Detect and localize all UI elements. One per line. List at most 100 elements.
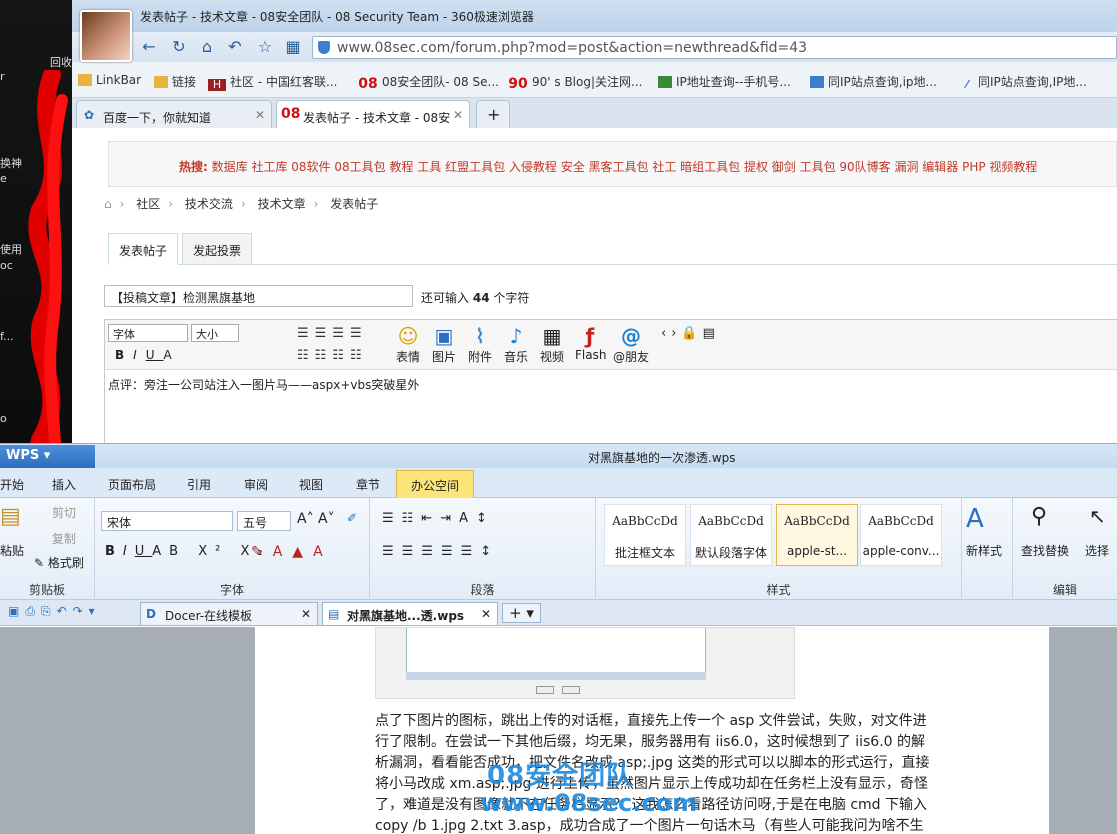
desktop-label[interactable]: r bbox=[0, 70, 5, 83]
clear-format-icon[interactable]: ✐ bbox=[347, 511, 357, 525]
font-size-select[interactable]: 五号 bbox=[237, 511, 291, 531]
bookmark-linkbar[interactable]: LinkBar bbox=[78, 73, 141, 87]
url-text[interactable]: www.08sec.com/forum.php?mod=post&action=… bbox=[337, 40, 807, 56]
08-icon: 08 bbox=[358, 76, 378, 92]
star-icon[interactable]: ☆ bbox=[254, 36, 276, 58]
size-select[interactable]: 大小 bbox=[191, 324, 239, 342]
font-family-select[interactable]: 宋体 bbox=[101, 511, 233, 531]
music-button[interactable]: ♪ 音乐 bbox=[501, 324, 531, 365]
hot-search-bar: 热搜: 数据库 社工库 08软件 08工具包 教程 工具 红盟工具包 入侵教程 … bbox=[108, 141, 1117, 187]
wps-ribbon: ▤ 粘贴 剪切 复制 ✎ 格式刷 剪贴板 宋体 五号 A˄ A˅ ✐ BIUAB… bbox=[0, 498, 1117, 600]
crumb-community[interactable]: 社区 bbox=[136, 197, 160, 211]
editor-text[interactable]: 点评：旁注一公司站注入一图片马——aspx+vbs突破星外 bbox=[108, 376, 419, 393]
close-icon[interactable]: ✕ bbox=[481, 607, 491, 621]
menu-layout[interactable]: 页面布局 bbox=[108, 476, 156, 493]
nav-bar: ← ↻ ⌂ ↶ ☆ ▦ www.08sec.com/forum.php?mod=… bbox=[72, 32, 1117, 62]
code-buttons[interactable]: ‹›🔒▤ bbox=[661, 326, 720, 341]
close-icon[interactable]: ✕ bbox=[453, 108, 463, 122]
style-apple-st[interactable]: AaBbCcDd apple-st... bbox=[776, 504, 858, 566]
doc-tab-docer[interactable]: D Docer-在线模板 ✕ bbox=[140, 602, 318, 626]
hot-search-text[interactable]: 热搜: 数据库 社工库 08软件 08工具包 教程 工具 红盟工具包 入侵教程 … bbox=[179, 158, 1037, 175]
bookmark-08sec[interactable]: 08 08安全团队- 08 Se... bbox=[358, 73, 499, 92]
group-label: 剪贴板 bbox=[28, 583, 65, 597]
menu-chapter[interactable]: 章节 bbox=[356, 476, 380, 493]
close-icon[interactable]: ✕ bbox=[255, 108, 265, 122]
address-bar[interactable]: www.08sec.com/forum.php?mod=post&action=… bbox=[312, 36, 1117, 59]
cut-button[interactable]: 剪切 bbox=[52, 504, 76, 521]
desktop-label[interactable]: o bbox=[0, 412, 7, 425]
desktop-label[interactable]: e bbox=[0, 172, 7, 185]
paste-icon[interactable]: ▤ bbox=[0, 504, 21, 529]
font-color-buttons[interactable]: ✎A▲A bbox=[251, 544, 333, 560]
embedded-screenshot bbox=[375, 627, 795, 699]
reload-icon[interactable]: ↻ bbox=[168, 36, 190, 58]
desktop-label[interactable]: 回收 bbox=[50, 54, 72, 70]
format-painter-button[interactable]: ✎ 格式刷 bbox=[34, 554, 84, 571]
flash-button[interactable]: ƒ Flash bbox=[575, 324, 606, 362]
menu-view[interactable]: 视图 bbox=[299, 476, 323, 493]
select-button[interactable]: 选择 bbox=[1085, 542, 1109, 559]
binoculars-icon[interactable]: ⚲ bbox=[1031, 504, 1047, 529]
hot-items[interactable]: 数据库 社工库 08软件 08工具包 教程 工具 红盟工具包 入侵教程 安全 黑… bbox=[212, 160, 1038, 174]
attach-button[interactable]: ⌇ 附件 bbox=[465, 324, 495, 365]
apps-icon[interactable]: ▦ bbox=[282, 36, 304, 58]
align-buttons[interactable]: ☰☰☰☰ bbox=[297, 326, 368, 341]
undo-icon[interactable]: ↶ bbox=[224, 36, 246, 58]
video-button[interactable]: ▦ 视频 bbox=[537, 324, 567, 365]
style-apple-conv[interactable]: AaBbCcDd apple-conv... bbox=[860, 504, 942, 566]
bookmark-links[interactable]: 链接 bbox=[154, 73, 196, 90]
crumb-articles[interactable]: 技术文章 bbox=[258, 197, 306, 211]
tab-label: 发表帖子 - 技术文章 - 08安 bbox=[303, 111, 451, 125]
new-style-button[interactable]: 新样式 bbox=[966, 542, 1002, 559]
desktop-label[interactable]: 使用 bbox=[0, 241, 22, 257]
menu-reference[interactable]: 引用 bbox=[187, 476, 211, 493]
desktop-label[interactable]: oc bbox=[0, 259, 13, 272]
group-styles: AaBbCcDd 批注框文本 AaBbCcDd 默认段落字体 AaBbCcDd app… bbox=[596, 498, 962, 600]
tab-post[interactable]: 08 发表帖子 - 技术文章 - 08安 ✕ bbox=[276, 100, 470, 128]
new-style-icon[interactable]: A bbox=[966, 504, 984, 534]
cursor-icon[interactable]: ↖ bbox=[1089, 504, 1106, 528]
list-indent-buttons[interactable]: ☰☷⇤⇥A↕ bbox=[382, 511, 495, 526]
style-default-paragraph[interactable]: AaBbCcDd 默认段落字体 bbox=[690, 504, 772, 566]
tab-baidu[interactable]: ✿ 百度一下，你就知道 ✕ bbox=[76, 100, 272, 128]
bookmark-huc[interactable]: H 社区 - 中国红客联... bbox=[208, 73, 337, 91]
home-icon[interactable]: ⌂ bbox=[104, 197, 112, 211]
subject-input[interactable]: 【投稿文章】检测黑旗基地 bbox=[104, 285, 413, 307]
paw-icon: ✿ bbox=[84, 108, 95, 122]
tab-new-poll[interactable]: 发起投票 bbox=[182, 233, 253, 265]
alignment-buttons[interactable]: ☰☰☰☰☰↕ bbox=[382, 544, 499, 559]
home-icon[interactable]: ⌂ bbox=[196, 36, 218, 58]
copy-button[interactable]: 复制 bbox=[52, 530, 76, 547]
bookmark-same-ip-1[interactable]: 同IP站点查询,ip地... bbox=[810, 73, 937, 90]
doc-tab-current[interactable]: ▤ 对黑旗基地...透.wps ✕ bbox=[322, 602, 498, 626]
close-icon[interactable]: ✕ bbox=[301, 607, 311, 621]
desktop-label[interactable]: f... bbox=[0, 330, 14, 343]
new-doc-tab-button[interactable]: + ▾ bbox=[502, 603, 541, 623]
crumb-tech[interactable]: 技术交流 bbox=[185, 197, 233, 211]
bookmark-ip-query[interactable]: IP地址查询--手机号... bbox=[658, 73, 791, 90]
list-buttons[interactable]: ☷☷☷☷ bbox=[297, 348, 368, 363]
font-style-buttons[interactable]: BIUAB X² X₂ bbox=[105, 544, 271, 559]
image-button[interactable]: ▣ 图片 bbox=[429, 324, 459, 365]
desktop-label[interactable]: 换神 bbox=[0, 155, 22, 171]
menu-home[interactable]: 开始 bbox=[0, 476, 24, 493]
menu-office-space[interactable]: 办公空间 bbox=[396, 470, 475, 498]
wps-logo-button[interactable]: WPS ▾ bbox=[0, 445, 95, 468]
style-comment[interactable]: AaBbCcDd 批注框文本 bbox=[604, 504, 686, 566]
emoji-button[interactable]: ☺ 表情 bbox=[393, 324, 423, 365]
user-avatar[interactable] bbox=[80, 10, 132, 62]
paste-button[interactable]: 粘贴 bbox=[0, 542, 24, 559]
mention-button[interactable]: @ @朋友 bbox=[613, 324, 649, 365]
back-icon[interactable]: ← bbox=[138, 36, 160, 58]
menu-insert[interactable]: 插入 bbox=[52, 476, 76, 493]
format-buttons[interactable]: BIUA bbox=[115, 348, 181, 362]
find-replace-button[interactable]: 查找替换 bbox=[1021, 542, 1069, 559]
quick-access-icons[interactable]: ▣⎙⎘↶↷▾ bbox=[8, 604, 101, 619]
tab-new-post[interactable]: 发表帖子 bbox=[108, 233, 179, 265]
font-select[interactable]: 字体 bbox=[108, 324, 188, 342]
bookmark-same-ip-2[interactable]: ⁄ 同IP站点查询,IP地... bbox=[960, 73, 1087, 91]
menu-review[interactable]: 审阅 bbox=[244, 476, 268, 493]
grow-font-icon[interactable]: A˄ A˅ bbox=[297, 511, 335, 527]
bookmark-90blog[interactable]: 90 90' s Blog|关注网... bbox=[508, 73, 642, 91]
new-tab-button[interactable]: + bbox=[476, 100, 510, 128]
